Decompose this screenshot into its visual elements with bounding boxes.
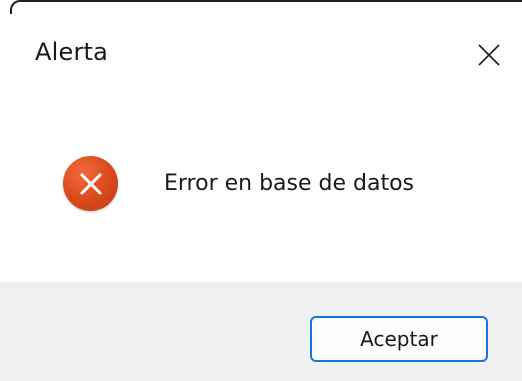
dialog-title: Alerta [35, 38, 109, 66]
accept-button[interactable]: Aceptar [310, 316, 488, 362]
window-frame-edge [10, 0, 522, 14]
close-button[interactable] [470, 36, 508, 74]
error-cross-glyph [80, 173, 101, 194]
error-icon [63, 156, 118, 211]
alert-dialog: Alerta Error en base de datos Aceptar [0, 0, 522, 381]
dialog-content: Error en base de datos [0, 94, 522, 282]
error-message: Error en base de datos [164, 171, 415, 196]
dialog-footer: Aceptar [0, 282, 522, 381]
close-icon [478, 44, 500, 66]
title-bar: Alerta [0, 14, 522, 94]
